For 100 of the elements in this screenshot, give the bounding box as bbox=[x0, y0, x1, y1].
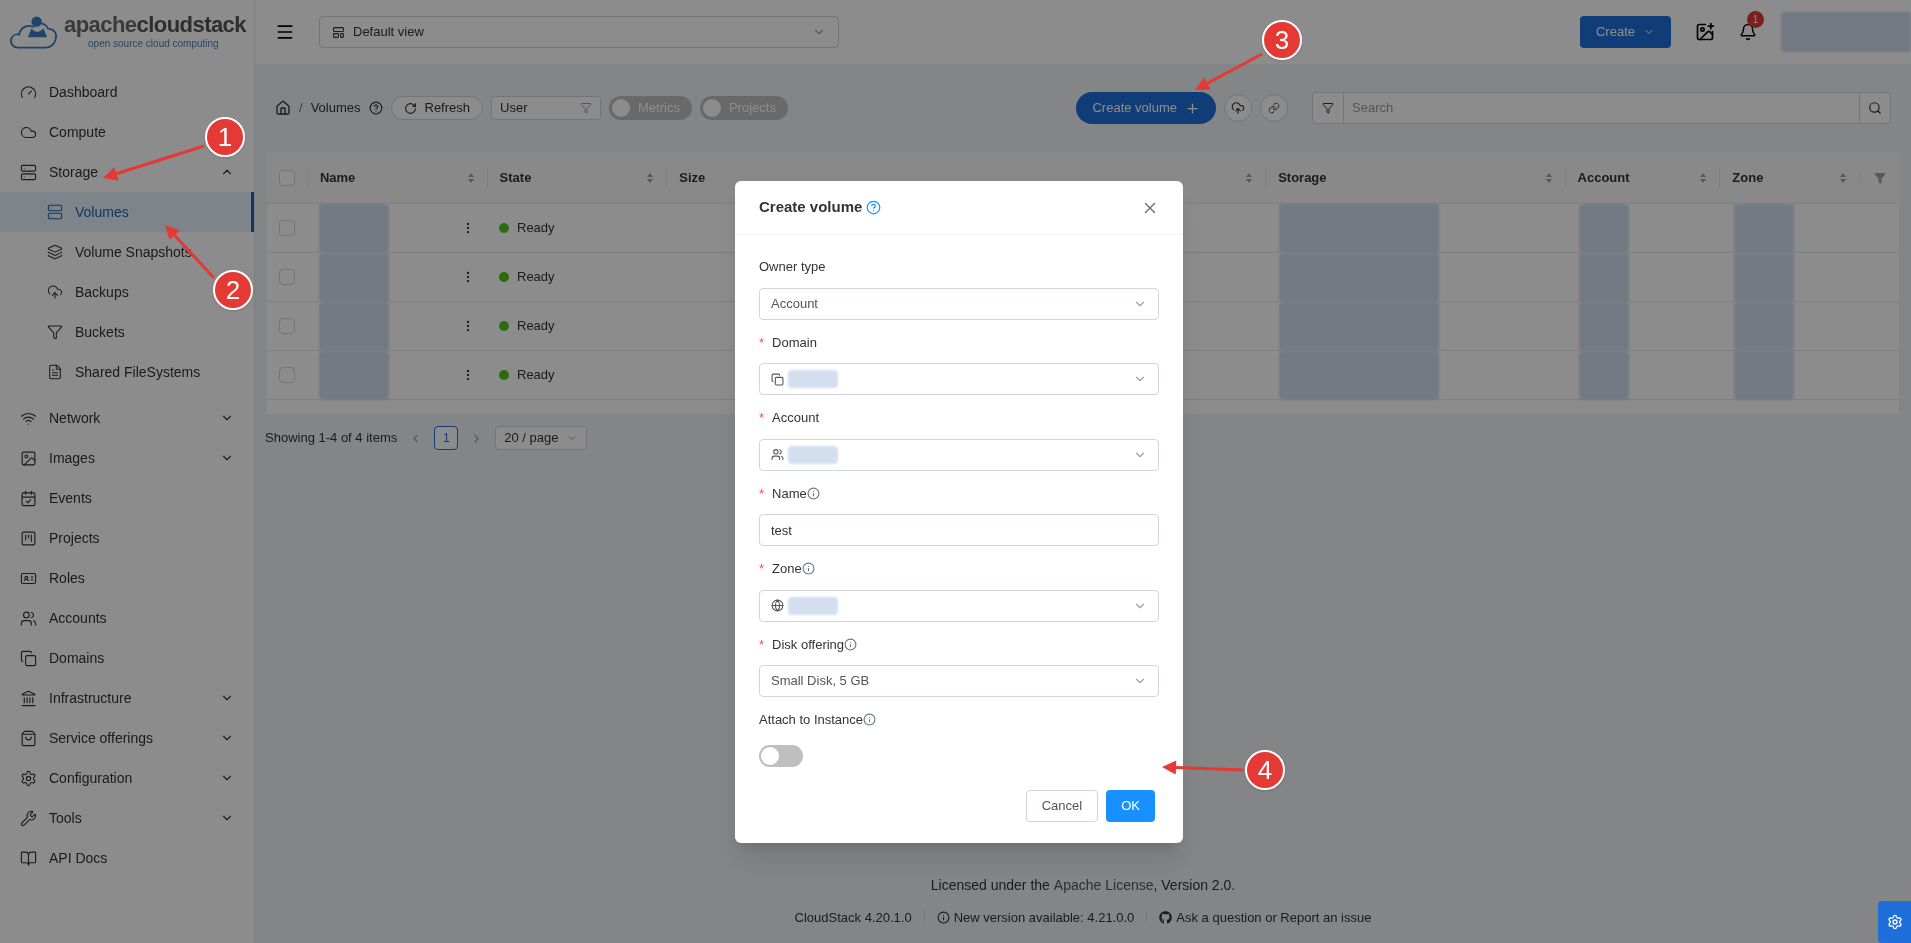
cloud-upload-icon[interactable] bbox=[1224, 94, 1252, 122]
sidebar-subitem[interactable]: Volumes bbox=[0, 192, 254, 232]
sort-icon[interactable] bbox=[466, 171, 475, 184]
gauge-icon bbox=[20, 83, 37, 101]
server-icon bbox=[47, 204, 63, 220]
sidebar-item[interactable]: Configuration bbox=[20, 767, 133, 789]
input-field[interactable]: test bbox=[759, 514, 1159, 546]
globe-icon bbox=[771, 599, 784, 612]
logo-text: apachecloudstack bbox=[64, 11, 246, 37]
breadcrumb-item: Volumes bbox=[310, 99, 361, 118]
info-icon bbox=[936, 910, 950, 924]
link-icon[interactable] bbox=[1260, 94, 1288, 122]
blurred-block bbox=[1734, 350, 1794, 400]
menu-icon[interactable] bbox=[275, 22, 295, 42]
select-field[interactable] bbox=[759, 438, 1159, 471]
image-plus-icon[interactable] bbox=[1695, 22, 1715, 42]
sidebar-subitem[interactable]: Volume Snapshots bbox=[47, 241, 192, 263]
funnel-icon[interactable] bbox=[1873, 171, 1886, 184]
select-field[interactable]: Small Disk, 5 GB bbox=[759, 665, 1159, 697]
image-icon bbox=[20, 449, 37, 467]
toggle-switch[interactable] bbox=[759, 744, 803, 767]
sidebar-item[interactable]: Storage bbox=[20, 161, 99, 183]
filter-icon[interactable] bbox=[1312, 92, 1344, 124]
sidebar-subitem[interactable]: Backups bbox=[47, 281, 129, 303]
sidebar-item[interactable]: Images bbox=[20, 447, 95, 469]
notification-badge: 1 bbox=[1747, 11, 1764, 28]
select-field[interactable] bbox=[759, 363, 1159, 395]
field-label: Account bbox=[772, 409, 820, 427]
refresh-icon bbox=[403, 101, 417, 115]
filter-select[interactable]: User bbox=[491, 96, 602, 120]
ok-button[interactable]: OK bbox=[1106, 789, 1155, 822]
sort-icon[interactable] bbox=[1544, 171, 1553, 184]
table-cell-text: Ready bbox=[517, 366, 555, 385]
field-label: Attach to Instance bbox=[759, 711, 864, 729]
blurred-block bbox=[1579, 350, 1629, 400]
checkbox[interactable] bbox=[279, 367, 295, 383]
github-icon bbox=[1159, 910, 1173, 924]
select-field[interactable]: Account bbox=[759, 287, 1159, 320]
sidebar-subitem[interactable]: Buckets bbox=[47, 321, 125, 343]
home-icon[interactable] bbox=[275, 100, 291, 116]
update-link[interactable]: New version available: 4.21.0.0 bbox=[953, 907, 1135, 927]
sidebar-item[interactable]: Tools bbox=[20, 807, 82, 829]
select-field[interactable] bbox=[759, 589, 1159, 622]
breadcrumb-separator: / bbox=[299, 99, 303, 118]
search-field[interactable]: Search bbox=[1344, 92, 1859, 124]
kanban-icon bbox=[20, 529, 37, 547]
required-mark: * bbox=[759, 333, 765, 352]
refresh-button[interactable]: Refresh bbox=[390, 96, 484, 120]
sort-icon[interactable] bbox=[1245, 171, 1254, 184]
funnel-icon bbox=[47, 324, 63, 340]
cloud-upload-icon bbox=[47, 284, 63, 300]
page-button[interactable]: 1 bbox=[434, 426, 459, 450]
field-label: Owner type bbox=[759, 258, 826, 276]
sort-icon[interactable] bbox=[646, 171, 655, 184]
bell-icon[interactable] bbox=[1739, 23, 1757, 41]
column-header: Name bbox=[319, 168, 357, 187]
cancel-button[interactable]: Cancel bbox=[1025, 789, 1099, 822]
checkbox[interactable] bbox=[279, 269, 295, 285]
sidebar-item[interactable]: API Docs bbox=[20, 847, 108, 869]
sidebar-subitem[interactable]: Shared FileSystems bbox=[47, 361, 201, 383]
users-icon bbox=[20, 609, 37, 627]
users-icon bbox=[771, 448, 784, 461]
sidebar-item[interactable]: Projects bbox=[20, 527, 100, 549]
sidebar-item[interactable]: Network bbox=[20, 407, 101, 429]
license-text: Licensed under the bbox=[930, 875, 1050, 895]
checkbox[interactable] bbox=[279, 318, 295, 334]
version-text: CloudStack 4.20.1.0 bbox=[794, 908, 912, 927]
sidebar-item[interactable]: Roles bbox=[20, 567, 85, 589]
table-cell-text: Ready bbox=[517, 317, 555, 336]
support-link[interactable]: Ask a question or Report an issue bbox=[1176, 907, 1372, 927]
sidebar-item[interactable]: Accounts bbox=[20, 607, 107, 629]
page-size-select[interactable]: 20 / page bbox=[495, 426, 588, 450]
license-link[interactable]: Apache License bbox=[1053, 874, 1154, 896]
sidebar-item[interactable]: Service offerings bbox=[20, 727, 153, 749]
view-select[interactable]: Default view bbox=[319, 16, 839, 48]
sort-icon[interactable] bbox=[1839, 171, 1848, 184]
sort-icon[interactable] bbox=[1699, 171, 1708, 184]
layers-icon bbox=[47, 244, 63, 260]
table-cell-text: Ready bbox=[517, 219, 555, 238]
sidebar-item[interactable]: Infrastructure bbox=[20, 687, 132, 709]
settings-button[interactable] bbox=[1878, 901, 1911, 943]
checkbox[interactable] bbox=[278, 169, 295, 186]
help-icon[interactable] bbox=[866, 200, 882, 215]
settings-icon bbox=[1886, 914, 1903, 930]
sidebar-item[interactable]: Dashboard bbox=[20, 81, 118, 103]
funnel-icon bbox=[580, 102, 593, 114]
field-label: Domain bbox=[772, 333, 817, 352]
pagination-summary: Showing 1-4 of 4 items bbox=[265, 429, 398, 448]
help-icon[interactable] bbox=[368, 101, 383, 115]
server-icon bbox=[20, 163, 37, 181]
create-button[interactable]: Create bbox=[1579, 16, 1671, 48]
create-volume-button[interactable]: Create volume bbox=[1076, 92, 1216, 124]
table-cell-text: Ready bbox=[517, 268, 555, 287]
copy-icon bbox=[20, 649, 37, 667]
sidebar-item[interactable]: Compute bbox=[20, 121, 106, 143]
file-icon bbox=[47, 364, 63, 380]
checkbox[interactable] bbox=[279, 220, 295, 236]
search-icon[interactable] bbox=[1859, 92, 1891, 124]
sidebar-item[interactable]: Domains bbox=[20, 647, 105, 669]
sidebar-item[interactable]: Events bbox=[20, 487, 92, 509]
